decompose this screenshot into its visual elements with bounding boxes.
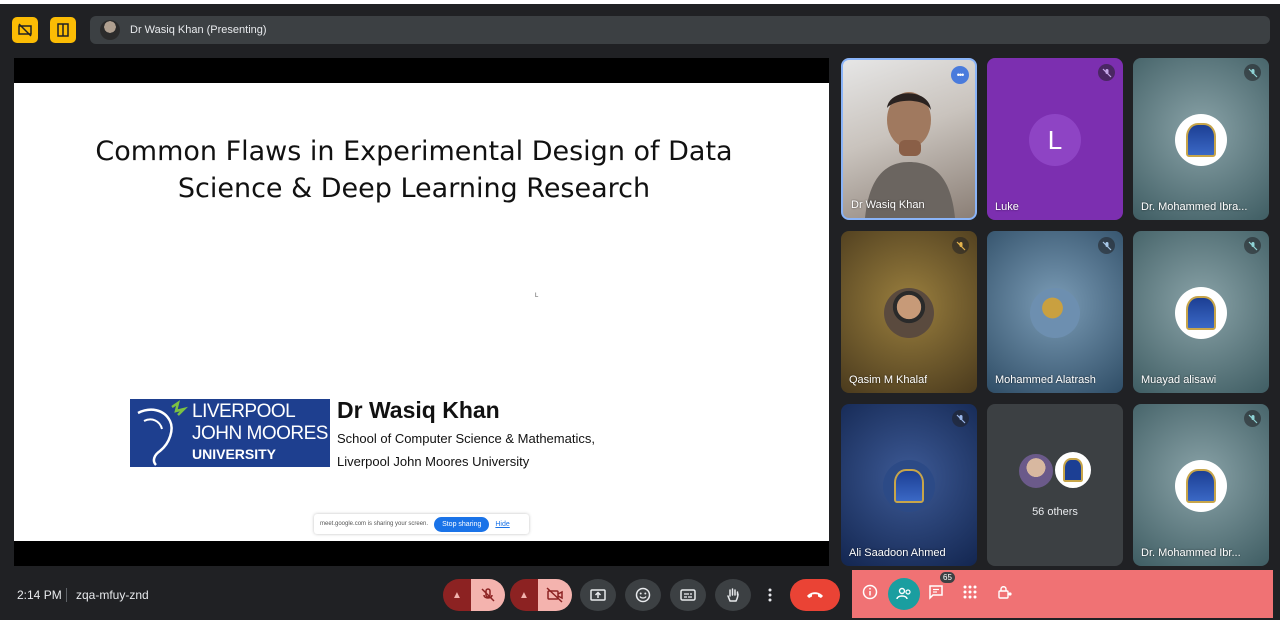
participant-name: Dr Wasiq Khan — [851, 199, 925, 211]
chevron-up-icon: ▲ — [519, 589, 529, 601]
meeting-code: zqa-mfuy-znd — [76, 588, 149, 602]
participant-options-button[interactable]: ••• — [951, 66, 969, 84]
camera-toggle-button[interactable] — [538, 579, 572, 611]
divider — [66, 588, 67, 602]
leave-call-button[interactable] — [790, 579, 840, 611]
side-panel-toolbar: 65 — [852, 570, 1273, 618]
activities-button[interactable] — [958, 580, 982, 604]
hand-icon — [727, 588, 739, 602]
participant-name: Ali Saadoon Ahmed — [849, 547, 946, 559]
apps-grid-icon — [963, 585, 977, 599]
video-options-button[interactable]: ▲ — [510, 579, 538, 611]
captions-icon — [680, 589, 696, 601]
presentation-stage: Common Flaws in Experimental Design of D… — [14, 58, 829, 566]
share-banner-message: meet.google.com is sharing your screen. — [320, 521, 429, 527]
screen-share-banner: meet.google.com is sharing your screen. … — [314, 514, 529, 534]
university-logo-avatar — [1175, 114, 1227, 166]
participant-name: Qasim M Khalaf — [849, 374, 928, 386]
present-screen-button[interactable] — [580, 579, 616, 611]
chat-button[interactable] — [924, 580, 948, 604]
layout-toggle-button[interactable] — [12, 17, 38, 43]
chevron-up-icon: ▲ — [452, 589, 462, 601]
muted-mic-icon — [1244, 410, 1261, 427]
meeting-time: 2:14 PM — [17, 588, 62, 602]
lock-person-icon — [998, 586, 1012, 599]
muted-mic-icon — [1244, 64, 1261, 81]
mouse-cursor-mark: L — [535, 293, 539, 299]
presentation-icon — [57, 23, 69, 37]
affiliation-line-2: Liverpool John Moores University — [337, 454, 530, 469]
participant-initial-avatar: L — [1029, 114, 1081, 166]
presenter-avatar — [100, 20, 120, 40]
author-name: Dr Wasiq Khan — [337, 397, 500, 423]
muted-mic-icon — [1098, 237, 1115, 254]
hide-banner-link[interactable]: Hide — [495, 521, 509, 528]
participant-tile[interactable]: Dr. Mohammed Ibra... — [1133, 58, 1269, 220]
participant-name: Dr. Mohammed Ibra... — [1141, 201, 1248, 213]
university-logo-avatar — [883, 460, 935, 512]
more-vert-icon — [768, 588, 772, 602]
mic-off-icon — [481, 588, 495, 602]
top-border — [0, 0, 1280, 4]
participant-name: Muayad alisawi — [1141, 374, 1217, 386]
participant-tile[interactable]: ••• Dr Wasiq Khan — [841, 58, 977, 220]
muted-mic-icon — [952, 237, 969, 254]
participant-photo-avatar — [884, 288, 934, 338]
liver-bird-icon — [137, 400, 189, 466]
slide-title: Common Flaws in Experimental Design of D… — [95, 136, 733, 204]
participant-photo-avatar — [1030, 288, 1080, 338]
people-button[interactable]: 65 — [888, 572, 955, 610]
ljmu-wordmark: LIVERPOOL JOHN MOORES UNIVERSITY — [192, 401, 328, 462]
presentation-view-button[interactable] — [50, 17, 76, 43]
people-icon — [896, 587, 911, 600]
muted-mic-icon — [952, 410, 969, 427]
meeting-details-button[interactable] — [858, 580, 882, 604]
university-logo-avatar — [1175, 460, 1227, 512]
muted-mic-icon — [1098, 64, 1115, 81]
participant-tile[interactable]: Qasim M Khalaf — [841, 231, 977, 393]
camera-off-icon — [546, 587, 563, 603]
raise-hand-button[interactable] — [715, 579, 751, 611]
stop-sharing-button[interactable]: Stop sharing — [434, 516, 490, 532]
participant-name: Mohammed Alatrash — [995, 374, 1096, 386]
university-logo-avatar — [1175, 287, 1227, 339]
presenter-bar[interactable]: Dr Wasiq Khan (Presenting) — [90, 16, 1270, 44]
slide: Common Flaws in Experimental Design of D… — [14, 83, 829, 541]
participant-tile[interactable]: Muayad alisawi — [1133, 231, 1269, 393]
captions-button[interactable] — [670, 579, 706, 611]
participant-video — [865, 92, 955, 218]
participant-tile[interactable]: Dr. Mohammed Ibr... — [1133, 404, 1269, 566]
more-options-button[interactable] — [758, 579, 782, 611]
phone-hangup-icon — [807, 592, 823, 598]
others-avatar-2 — [1053, 450, 1093, 490]
affiliation-line-1: School of Computer Science & Mathematics… — [337, 431, 595, 446]
emoji-icon — [635, 587, 651, 603]
others-avatar-1 — [1017, 452, 1055, 490]
hide-video-icon — [18, 23, 32, 37]
info-icon — [862, 584, 878, 600]
others-count: 56 others — [1032, 506, 1078, 518]
participant-tile[interactable]: Mohammed Alatrash — [987, 231, 1123, 393]
participant-name: Luke — [995, 201, 1019, 213]
chat-icon — [929, 585, 943, 600]
reactions-button[interactable] — [625, 579, 661, 611]
presenter-label: Dr Wasiq Khan (Presenting) — [130, 24, 267, 36]
participant-tile[interactable]: L Luke — [987, 58, 1123, 220]
participant-tile[interactable]: Ali Saadoon Ahmed — [841, 404, 977, 566]
host-controls-button[interactable] — [993, 580, 1017, 604]
muted-mic-icon — [1244, 237, 1261, 254]
others-tile[interactable]: 56 others — [987, 404, 1123, 566]
present-icon — [590, 589, 606, 601]
mic-toggle-button[interactable] — [471, 579, 505, 611]
participant-name: Dr. Mohammed Ibr... — [1141, 547, 1241, 559]
audio-options-button[interactable]: ▲ — [443, 579, 471, 611]
ljmu-logo: LIVERPOOL JOHN MOORES UNIVERSITY — [130, 399, 330, 467]
